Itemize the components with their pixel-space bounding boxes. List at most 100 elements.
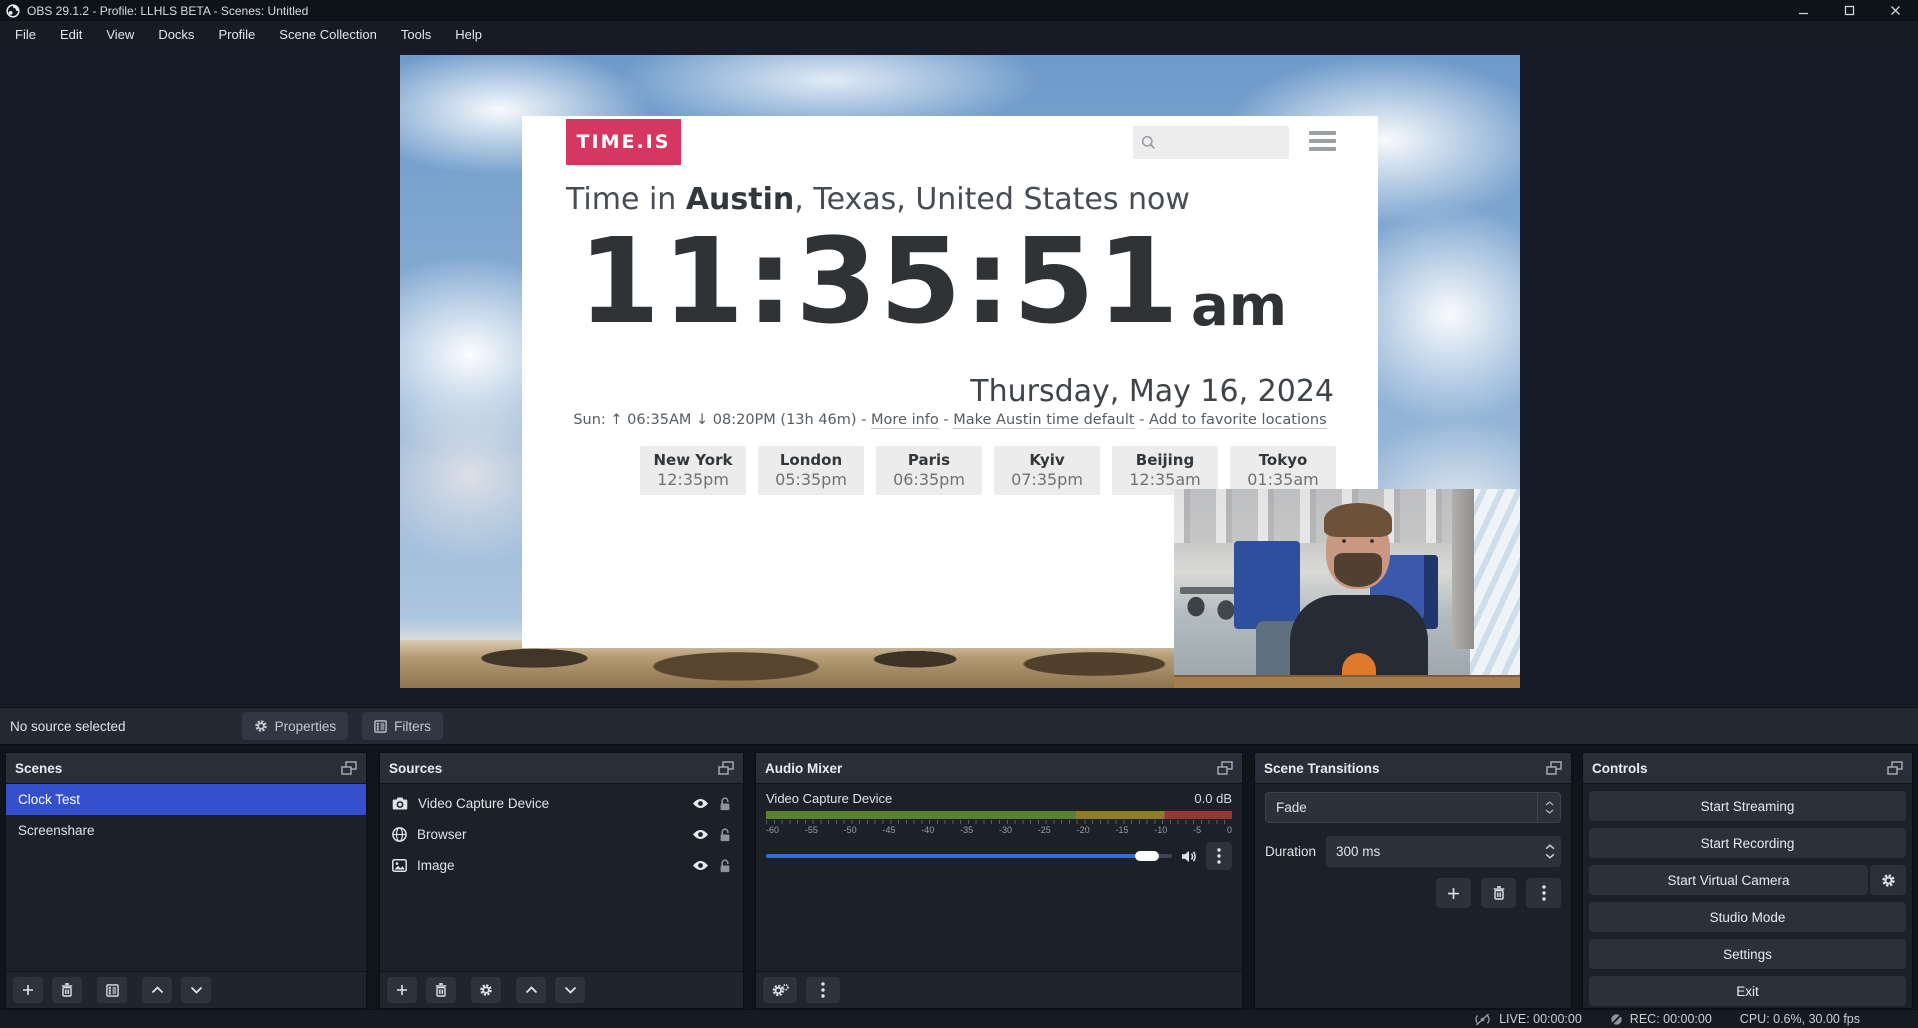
scene-item-screenshare[interactable]: Screenshare [6,815,366,846]
office-window [1470,489,1520,688]
lock-icon[interactable] [719,859,731,873]
source-row-image[interactable]: Image [380,850,743,881]
scene-item-clock-test[interactable]: Clock Test [6,784,366,815]
menu-profile[interactable]: Profile [206,21,267,47]
menu-view[interactable]: View [94,21,146,47]
popout-dock-icon[interactable] [341,761,357,775]
move-scene-down-button[interactable] [181,977,211,1003]
lock-icon[interactable] [719,828,731,842]
duration-value: 300 ms [1326,844,1539,859]
volume-slider-handle[interactable] [1135,851,1159,861]
start-streaming-button[interactable]: Start Streaming [1589,791,1906,821]
timeis-logo[interactable]: TIME.IS [566,119,681,165]
eye-icon[interactable] [692,860,709,871]
scene-transitions-panel: Scene Transitions Fade Duration 300 ms [1254,752,1572,1009]
maximize-button[interactable] [1826,0,1872,21]
city-box-tokyo[interactable]: Tokyo01:35am [1230,446,1336,495]
remove-transition-button[interactable] [1481,878,1516,908]
popout-dock-icon[interactable] [718,761,734,775]
window-title: OBS 29.1.2 - Profile: LLHLS BETA - Scene… [27,4,308,18]
volume-meter [766,811,1232,819]
menu-edit[interactable]: Edit [48,21,94,47]
obs-logo-icon [6,4,20,18]
volume-slider[interactable] [766,854,1172,858]
search-box[interactable] [1133,126,1289,159]
preview-canvas[interactable]: TIME.IS Time in Austin, Texas, United St… [400,55,1520,688]
add-transition-button[interactable] [1436,878,1471,908]
lock-icon[interactable] [719,797,731,811]
mixer-menu-button[interactable] [806,977,840,1003]
person-hair [1324,503,1392,537]
popout-dock-icon[interactable] [1546,761,1562,775]
clock-time: 11:35:51 [578,220,1181,342]
filters-button[interactable]: Filters [362,712,443,740]
more-info-link[interactable]: More info [871,412,939,429]
webcam-overlay[interactable] [1174,489,1520,688]
sources-panel-title: Sources [389,761,442,776]
transition-select[interactable]: Fade [1265,792,1561,823]
source-properties-button[interactable] [471,977,501,1003]
minimize-button[interactable] [1780,0,1826,21]
menu-scene-collection[interactable]: Scene Collection [267,21,389,47]
title-bar: OBS 29.1.2 - Profile: LLHLS BETA - Scene… [0,0,1918,21]
select-spinner[interactable] [1537,793,1560,822]
eye-icon[interactable] [692,798,709,809]
speaker-icon[interactable] [1181,850,1197,863]
hamburger-menu-icon[interactable] [1309,131,1336,151]
duration-spinbox[interactable]: 300 ms [1326,836,1561,867]
start-recording-button[interactable]: Start Recording [1589,828,1906,858]
search-icon [1141,135,1156,150]
remove-source-button[interactable] [426,977,456,1003]
duration-label: Duration [1265,844,1316,859]
popout-dock-icon[interactable] [1217,761,1233,775]
menu-help[interactable]: Help [443,21,494,47]
search-input[interactable] [1156,134,1270,151]
camera-icon [392,797,408,810]
studio-mode-button[interactable]: Studio Mode [1589,902,1906,932]
duration-spinner[interactable] [1539,836,1561,867]
meter-tick-labels: -60-55-50-45-40-35-30-25-20-15-10-50 [766,825,1232,835]
make-default-link[interactable]: Make Austin time default [953,412,1134,429]
close-button[interactable] [1872,0,1918,21]
menu-file[interactable]: File [3,21,48,47]
concrete-pillar [1452,489,1474,649]
move-source-down-button[interactable] [555,977,585,1003]
menu-docks[interactable]: Docks [146,21,206,47]
exit-button[interactable]: Exit [1589,976,1906,1006]
transition-menu-button[interactable] [1526,878,1561,908]
start-virtual-camera-button[interactable]: Start Virtual Camera [1589,865,1868,895]
mixer-channel-menu-button[interactable] [1206,842,1232,870]
remove-scene-button[interactable] [52,977,82,1003]
city-box-london[interactable]: London05:35pm [758,446,864,495]
settings-button[interactable]: Settings [1589,939,1906,969]
scenes-panel: Scenes Clock Test Screenshare [5,752,367,1009]
audio-mixer-panel-title: Audio Mixer [765,761,842,776]
mixer-channel-name: Video Capture Device [766,791,892,806]
scene-filters-button[interactable] [97,977,127,1003]
virtual-camera-config-button[interactable] [1870,865,1906,895]
blue-booth-left [1234,541,1300,629]
add-source-button[interactable] [387,977,417,1003]
city-box-beijing[interactable]: Beijing12:35am [1112,446,1218,495]
sun-info-line: Sun: ↑ 06:35AM ↓ 08:20PM (13h 46m) - Mor… [566,412,1334,428]
scene-transitions-panel-title: Scene Transitions [1264,761,1380,776]
add-favorite-link[interactable]: Add to favorite locations [1149,412,1327,429]
popout-dock-icon[interactable] [1887,761,1903,775]
menu-tools[interactable]: Tools [389,21,443,47]
add-scene-button[interactable] [13,977,43,1003]
source-row-video-capture[interactable]: Video Capture Device [380,788,743,819]
controls-panel: Controls Start Streaming Start Recording… [1582,752,1913,1009]
eye-icon[interactable] [692,829,709,840]
image-icon [392,859,407,872]
city-box-new-york[interactable]: New York12:35pm [640,446,746,495]
city-box-kyiv[interactable]: Kyiv07:35pm [994,446,1100,495]
advanced-audio-button[interactable] [763,977,797,1003]
source-row-browser[interactable]: Browser [380,819,743,850]
city-box-paris[interactable]: Paris06:35pm [876,446,982,495]
clock-meridiem: am [1191,272,1287,342]
move-source-up-button[interactable] [516,977,546,1003]
rec-timecode: REC: 00:00:00 [1630,1012,1712,1026]
properties-button[interactable]: Properties [242,712,349,740]
move-scene-up-button[interactable] [142,977,172,1003]
scenes-panel-title: Scenes [15,761,62,776]
